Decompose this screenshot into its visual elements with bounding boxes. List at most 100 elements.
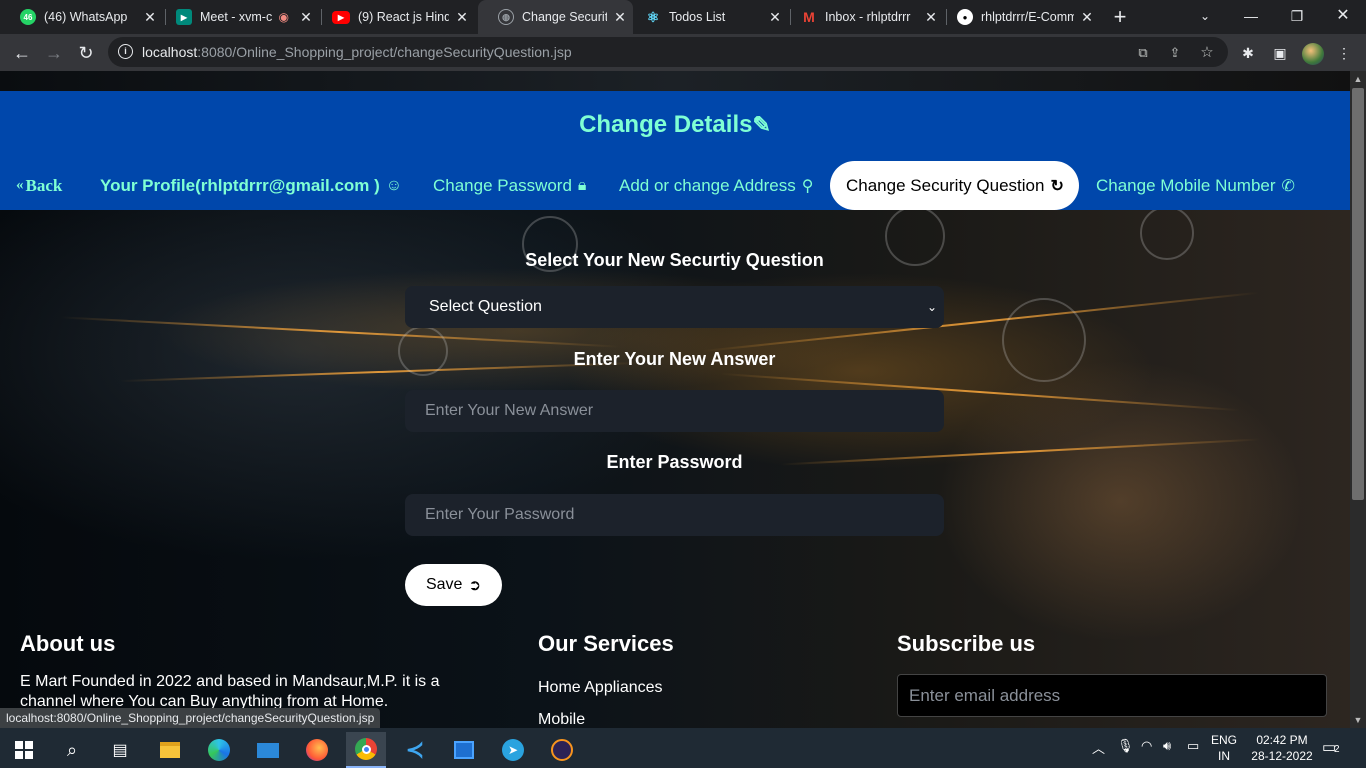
chrome-icon[interactable] (346, 732, 386, 768)
background-bank-icon (1002, 298, 1086, 382)
vscode-icon[interactable]: ≺ (395, 732, 435, 768)
extensions-puzzle-icon[interactable]: ✱ (1238, 43, 1258, 63)
menu-kebab-icon[interactable]: ⋮ (1334, 43, 1354, 63)
profile-avatar[interactable] (1302, 43, 1324, 65)
recording-icon: ◉ (278, 10, 289, 24)
url-host: localhost (142, 44, 198, 60)
telegram-icon[interactable]: ➤ (493, 732, 533, 768)
phone-icon: ✆ (1281, 177, 1295, 195)
arrow-circle-right-icon: ➲ (468, 577, 482, 594)
tab-github[interactable]: ● rhlptdrrr/E-Comm ✕ (937, 0, 1100, 34)
mobile-number-link[interactable]: Change Mobile Number ✆ (1096, 161, 1295, 210)
notification-count: 2 (1334, 744, 1340, 755)
whatsapp-icon: 46 (20, 9, 36, 25)
globe-icon: ◍ (498, 9, 514, 25)
scroll-up-arrow[interactable]: ▲ (1350, 71, 1366, 87)
notification-center-icon[interactable]: ▭ 2 (1322, 738, 1344, 758)
subscribe-email-input[interactable]: Enter email address (897, 674, 1327, 717)
tab-search-icon[interactable]: ⌄ (1182, 0, 1228, 34)
tab-change-security[interactable]: ◍ Change Security ✕ (478, 0, 633, 34)
subscribe-heading: Subscribe us (897, 631, 1036, 656)
wifi-icon[interactable]: ◠ (1141, 738, 1152, 754)
answer-input[interactable]: Enter Your New Answer (405, 390, 944, 432)
microphone-icon[interactable]: 🎙︎ (1117, 738, 1134, 754)
change-password-label: Change Password (433, 175, 572, 195)
security-question-link[interactable]: Change Security Question ↻ (830, 161, 1079, 210)
windows-start-icon[interactable] (4, 732, 44, 768)
google-meet-icon: ▶ (176, 9, 192, 25)
address-label: Add or change Address (619, 175, 796, 195)
language-code: ENG (1211, 733, 1238, 747)
minimize-button[interactable]: — (1228, 0, 1274, 34)
scroll-down-arrow[interactable]: ▼ (1350, 712, 1366, 728)
site-info-icon[interactable]: i (118, 44, 133, 59)
tab-todos[interactable]: ⚛ Todos List ✕ (625, 0, 788, 34)
tab-title: rhlptdrrr/E-Comm (981, 10, 1074, 24)
service-link-home-appliances[interactable]: Home Appliances (538, 678, 663, 698)
change-password-link[interactable]: Change Password 🔒︎ (433, 161, 586, 210)
about-us-heading: About us (20, 631, 116, 656)
user-circle-icon: ☺ (385, 176, 403, 194)
url-path: :8080/Online_Shopping_project/changeSecu… (197, 44, 572, 60)
restore-button[interactable]: ❐ (1274, 0, 1320, 34)
page-scrollbar[interactable]: ▲ ▼ (1350, 71, 1366, 728)
url-text[interactable]: localhost:8080/Online_Shopping_project/c… (142, 44, 572, 60)
back-arrow-icon[interactable]: ← (8, 39, 36, 67)
volume-icon[interactable]: 🔊︎ (1163, 738, 1171, 754)
chevron-down-icon: ⌄ (926, 300, 938, 314)
tab-title: Todos List (669, 10, 726, 24)
eclipse-icon[interactable] (542, 732, 582, 768)
page-background-strip (0, 71, 1350, 91)
tab-meet[interactable]: ▶ Meet - xvm-c ◉ ✕ (156, 0, 319, 34)
clock[interactable]: 02:42 PM 28-12-2022 (1247, 732, 1317, 764)
forward-arrow-icon[interactable]: → (40, 39, 68, 67)
close-icon[interactable]: ✕ (449, 9, 475, 26)
github-icon: ● (957, 9, 973, 25)
browser-toolbar: ← → ↻ i localhost:8080/Online_Shopping_p… (0, 34, 1366, 71)
youtube-icon: ▶ (332, 10, 350, 24)
page-viewport: Change Details✎ «Back Your Profile(rhlpt… (0, 71, 1350, 728)
map-marker-icon: ⚲ (801, 177, 814, 195)
your-profile-label: Your Profile(rhlptdrrr@gmail.com ) (100, 175, 380, 195)
edge-browser-icon[interactable] (199, 732, 239, 768)
search-icon[interactable]: ⌕ (52, 732, 92, 768)
tab-whatsapp[interactable]: 46 (46) WhatsApp ✕ (0, 0, 163, 34)
bookmark-star-icon[interactable]: ☆ (1198, 44, 1216, 62)
tab-title: (46) WhatsApp (44, 10, 128, 24)
back-link[interactable]: «Back (16, 161, 62, 210)
address-bar[interactable]: i localhost:8080/Online_Shopping_project… (108, 37, 1228, 67)
background-lock-icon (1140, 206, 1194, 260)
service-link-mobile[interactable]: Mobile (538, 710, 585, 728)
translate-icon[interactable]: ⧉ (1134, 44, 1152, 62)
address-link[interactable]: Add or change Address ⚲ (619, 161, 813, 210)
side-panel-icon[interactable]: ▣ (1270, 43, 1290, 63)
your-profile-link[interactable]: Your Profile(rhlptdrrr@gmail.com ) ☺ (100, 161, 402, 210)
share-icon[interactable]: ⇪ (1166, 44, 1184, 62)
language-indicator[interactable]: ENG IN (1211, 732, 1237, 764)
file-explorer-icon[interactable] (150, 732, 190, 768)
battery-icon[interactable]: ▭ (1187, 738, 1199, 754)
clock-time: 02:42 PM (1256, 733, 1308, 747)
page-header: Change Details✎ «Back Your Profile(rhlpt… (0, 91, 1350, 210)
mail-icon[interactable] (248, 732, 288, 768)
reload-icon[interactable]: ↻ (72, 39, 100, 67)
save-button[interactable]: Save ➲ (405, 564, 502, 606)
mobile-number-label: Change Mobile Number (1096, 175, 1276, 195)
page-title: Change Details✎ (0, 111, 1350, 139)
tab-youtube[interactable]: ▶ (9) React js Hindi ✕ (312, 0, 475, 34)
tab-gmail[interactable]: M Inbox - rhlptdrrr ✕ (781, 0, 944, 34)
close-icon[interactable]: ✕ (1074, 9, 1100, 26)
close-window-button[interactable]: ✕ (1320, 0, 1366, 34)
task-view-icon[interactable]: ▤ (100, 732, 140, 768)
new-tab-button[interactable]: + (1108, 4, 1132, 30)
store-icon[interactable] (444, 732, 484, 768)
show-hidden-icons-chevron[interactable]: ︿ (1092, 738, 1105, 757)
double-chevron-left-icon: « (16, 177, 24, 193)
password-input[interactable]: Enter Your Password (405, 494, 944, 536)
profile-nav: «Back Your Profile(rhlptdrrr@gmail.com )… (0, 161, 1350, 210)
scroll-thumb[interactable] (1352, 88, 1364, 500)
services-heading: Our Services (538, 631, 674, 656)
security-question-select[interactable]: Select Question ⌄ (405, 286, 944, 328)
firefox-icon[interactable] (297, 732, 337, 768)
refresh-icon: ↻ (1050, 177, 1064, 195)
